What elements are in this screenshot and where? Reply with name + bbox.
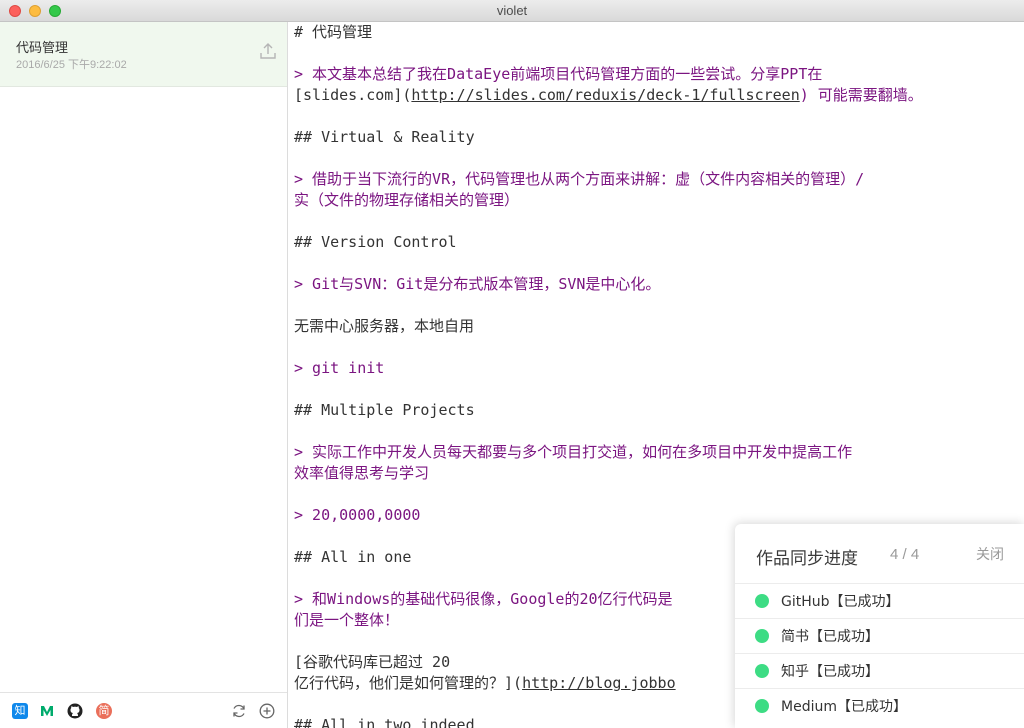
window-title: violet [496, 3, 528, 18]
link-url[interactable]: http://slides.com/reduxis/deck-1/fullscr… [411, 86, 799, 104]
sync-row-medium: Medium【已成功】 [735, 688, 1024, 723]
note-date: 2016/6/25 下午9:22:02 [16, 59, 127, 71]
success-dot-icon [755, 594, 769, 608]
sync-row-label: 知乎【已成功】 [781, 664, 879, 680]
link-text: [slides.com]( [294, 86, 412, 104]
title-bar: violet [0, 0, 1024, 22]
editor-line: ## Virtual & Reality [294, 128, 475, 146]
link-text: 亿行代码，他们是如何管理的？]( [294, 674, 523, 692]
editor-line: > 实际工作中开发人员每天都要与多个项目打交道，如何在多项目中开发中提高工作 [294, 443, 853, 461]
success-dot-icon [755, 664, 769, 678]
panel-title: 作品同步进度 [756, 549, 858, 569]
editor-line: > 和Windows的基础代码很像，Google的20亿行代码是 [294, 590, 673, 608]
sidebar: 代码管理 2016/6/25 下午9:22:02 知 简 [0, 22, 288, 728]
editor-line: 们是一个整体！ [294, 611, 400, 629]
sync-row-github: GitHub【已成功】 [735, 583, 1024, 618]
sync-count: 4 / 4 [890, 546, 920, 563]
editor-line: > Git与SVN：Git是分布式版本管理，SVN是中心化。 [294, 275, 661, 293]
editor-line: > git init [294, 359, 385, 377]
note-list-item[interactable]: 代码管理 2016/6/25 下午9:22:02 [0, 22, 287, 87]
add-note-icon[interactable] [259, 703, 275, 719]
editor-line: 实（文件的物理存储相关的管理） [294, 191, 520, 209]
medium-icon[interactable] [39, 703, 55, 719]
editor-line: # 代码管理 [294, 23, 373, 41]
sync-row-label: Medium【已成功】 [781, 699, 907, 715]
editor-line: > 20,0000,0000 [294, 506, 421, 524]
sync-row-zhihu: 知乎【已成功】 [735, 653, 1024, 688]
jianshu-icon[interactable]: 简 [96, 703, 112, 719]
sync-row-label: 简书【已成功】 [781, 629, 879, 645]
zhihu-icon[interactable]: 知 [12, 703, 28, 719]
editor-line: [slides.com](http://slides.com/reduxis/d… [294, 85, 923, 106]
editor-line: ## All in one [294, 548, 412, 566]
editor-line: ## Multiple Projects [294, 401, 475, 419]
link-url[interactable]: http://blog.jobbo [522, 674, 676, 692]
sync-row-jianshu: 简书【已成功】 [735, 618, 1024, 653]
close-panel-button[interactable]: 关闭 [976, 544, 1004, 564]
sidebar-footer: 知 简 [0, 692, 287, 728]
sync-row-label: GitHub【已成功】 [781, 594, 900, 610]
success-dot-icon [755, 699, 769, 713]
sync-icon[interactable] [231, 703, 247, 719]
success-dot-icon [755, 629, 769, 643]
github-icon[interactable] [67, 703, 83, 719]
editor-line: [谷歌代码库已超过 20 [294, 653, 451, 671]
note-title: 代码管理 [16, 41, 69, 56]
sync-progress-panel: 作品同步进度 4 / 4 关闭 GitHub【已成功】 简书【已成功】 知乎【已… [735, 524, 1024, 728]
link-suffix: ) 可能需要翻墙。 [799, 86, 923, 104]
editor-line: ## Version Control [294, 233, 457, 251]
editor-line: ## All in two indeed [294, 716, 475, 728]
editor-line: > 借助于当下流行的VR，代码管理也从两个方面来讲解：虚（文件内容相关的管理）/ [294, 170, 865, 188]
upload-icon[interactable] [259, 42, 277, 60]
editor-line: > 本文基本总结了我在DataEye前端项目代码管理方面的一些尝试。分享PPT在 [294, 65, 823, 83]
editor-line: 效率值得思考与学习 [294, 464, 430, 482]
editor-line: 亿行代码，他们是如何管理的？](http://blog.jobbo [294, 673, 676, 694]
editor-line: 无需中心服务器，本地自用 [294, 317, 475, 335]
